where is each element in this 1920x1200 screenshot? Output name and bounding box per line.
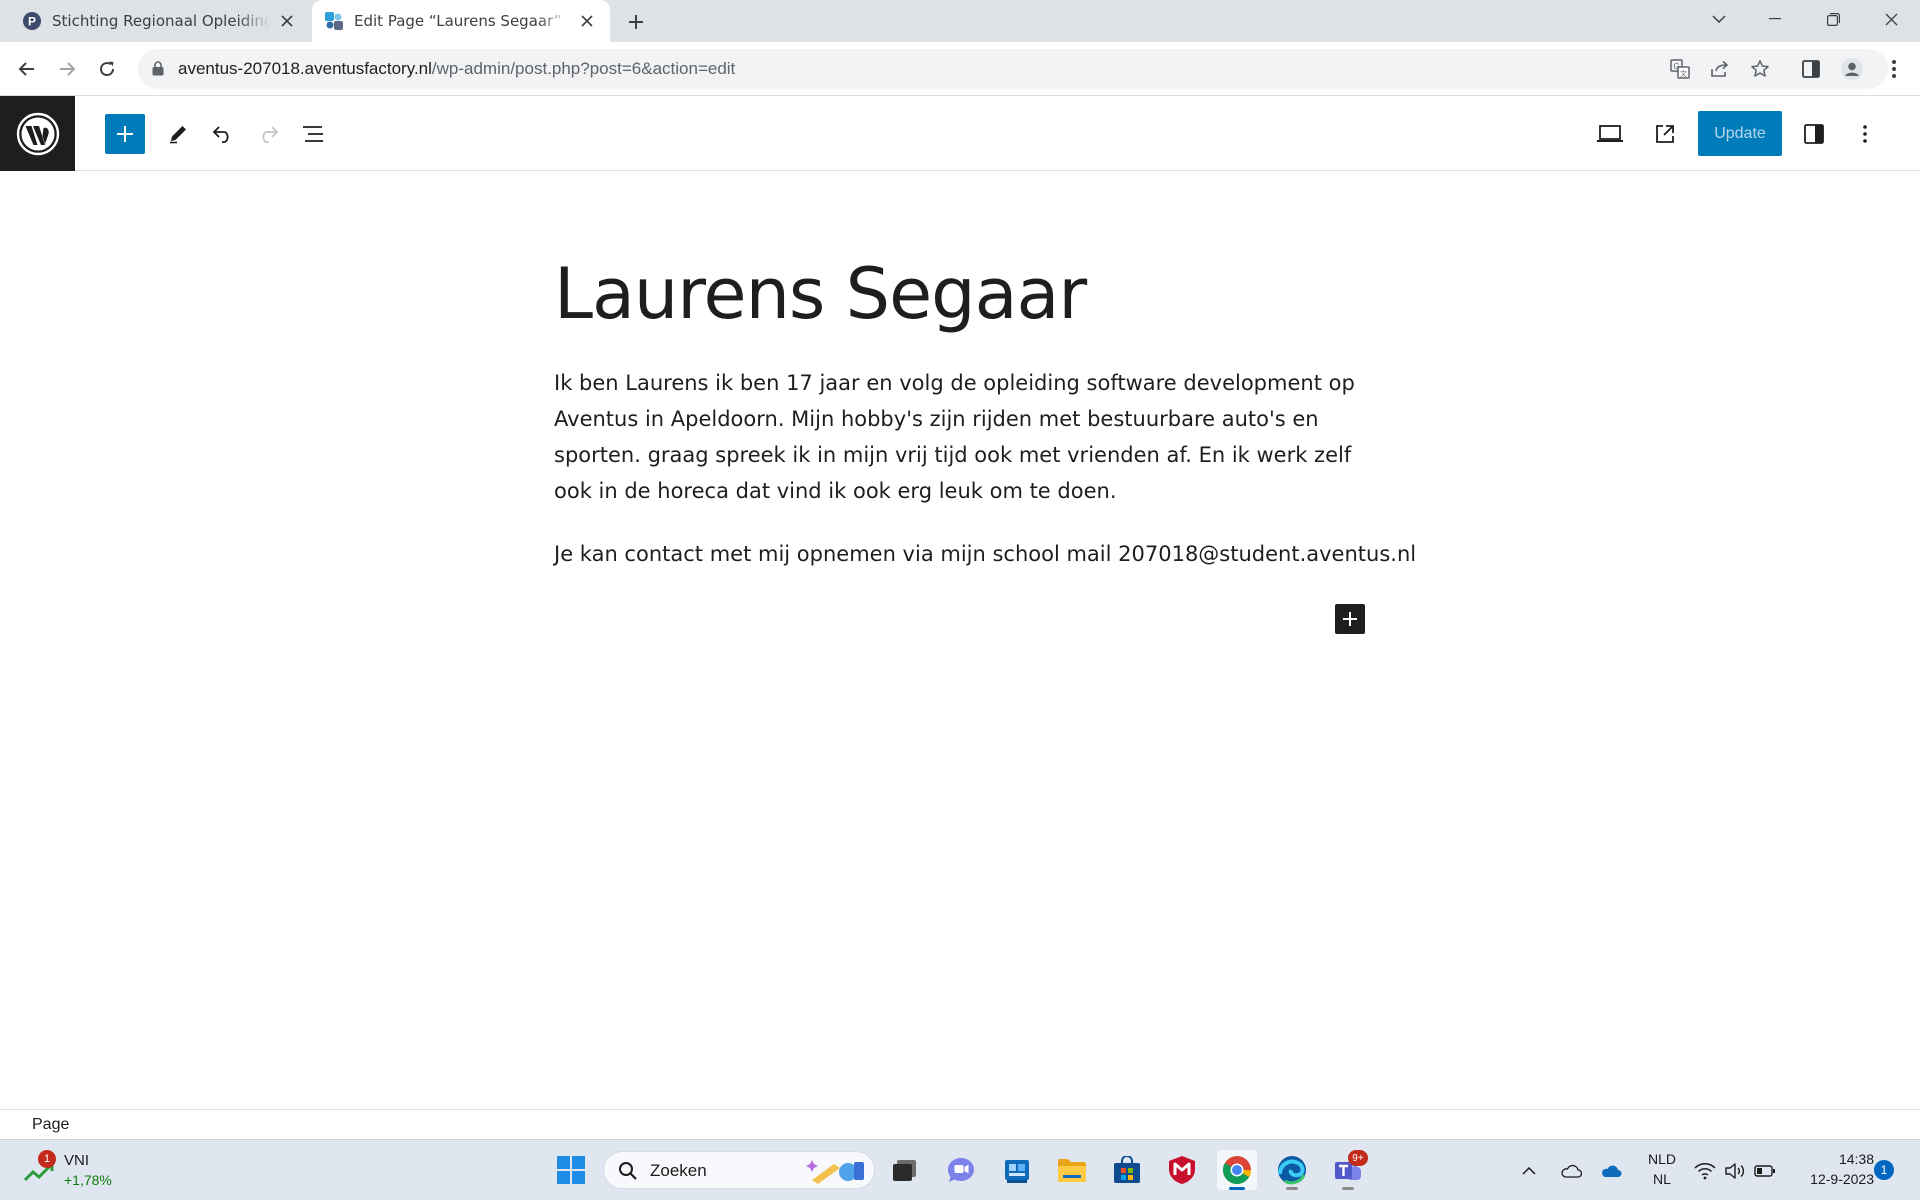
tab-title: Edit Page “Laurens Segaar” ‹ Pluiz <box>354 12 570 30</box>
close-tab-icon[interactable] <box>576 10 598 32</box>
notification-count-badge[interactable]: 1 <box>1874 1160 1894 1180</box>
clock-date: 12-9-2023 <box>1810 1171 1874 1187</box>
edge-icon[interactable] <box>1272 1150 1312 1190</box>
teams-icon[interactable]: 9+ <box>1328 1150 1368 1190</box>
bookmark-star-icon[interactable] <box>1748 57 1772 81</box>
translate-icon[interactable]: G文 <box>1668 57 1692 81</box>
keyboard-layout: NL <box>1653 1171 1671 1187</box>
svg-text:P: P <box>28 15 36 29</box>
document-overview-icon[interactable] <box>293 114 333 154</box>
reload-icon[interactable] <box>93 55 121 83</box>
svg-text:文: 文 <box>1680 69 1687 78</box>
running-indicator <box>1286 1187 1298 1190</box>
mcafee-shield-icon[interactable] <box>1162 1150 1202 1190</box>
lock-icon[interactable] <box>152 61 164 76</box>
close-tab-icon[interactable] <box>276 10 298 32</box>
editor-footer: Page <box>0 1109 1920 1139</box>
battery-icon[interactable] <box>1752 1158 1778 1184</box>
close-window-icon[interactable] <box>1866 0 1916 38</box>
svg-text:G: G <box>1673 62 1679 71</box>
chrome-icon[interactable] <box>1217 1150 1257 1190</box>
chrome-menu-icon[interactable] <box>1880 55 1908 83</box>
tools-pencil-icon[interactable] <box>158 114 198 154</box>
options-menu-icon[interactable] <box>1845 114 1885 154</box>
onedrive-business-icon[interactable] <box>1598 1158 1624 1184</box>
clock[interactable]: 14:38 12-9-2023 <box>1784 1149 1874 1189</box>
url-text: aventus-207018.aventusfactory.nl/wp-admi… <box>178 59 735 79</box>
tab-stichting[interactable]: P Stichting Regionaal Opleidingen C <box>10 0 310 42</box>
update-button[interactable]: Update <box>1698 111 1782 156</box>
back-icon[interactable] <box>13 55 41 83</box>
view-page-external-icon[interactable] <box>1645 114 1685 154</box>
post-title[interactable]: Laurens Segaar <box>554 256 1374 333</box>
task-view-icon[interactable] <box>885 1150 925 1190</box>
stock-widget[interactable]: 1 VNI +1,78% <box>24 1150 144 1192</box>
url-path: /wp-admin/post.php?post=6&action=edit <box>431 59 736 78</box>
tab-edit-page[interactable]: Edit Page “Laurens Segaar” ‹ Pluiz <box>312 0 610 42</box>
profile-avatar-icon[interactable] <box>1838 55 1866 83</box>
search-highlight-icon <box>804 1156 868 1186</box>
stock-change: +1,78% <box>64 1172 112 1188</box>
taskbar-search[interactable]: Zoeken <box>603 1151 875 1189</box>
clock-time: 14:38 <box>1838 1151 1874 1167</box>
search-placeholder: Zoeken <box>650 1161 707 1180</box>
tab-search-chevron-icon[interactable] <box>1694 0 1744 38</box>
editor-header: Update <box>0 96 1920 171</box>
minimize-icon[interactable] <box>1750 0 1800 38</box>
block-inserter-button[interactable] <box>105 114 145 154</box>
stock-badge: 1 <box>38 1150 56 1168</box>
browser-toolbar: aventus-207018.aventusfactory.nl/wp-admi… <box>0 42 1920 96</box>
onedrive-personal-icon[interactable] <box>1558 1158 1584 1184</box>
settings-sidebar-icon[interactable] <box>1794 114 1834 154</box>
wordpress-logo-icon[interactable] <box>0 96 75 171</box>
input-language-indicator[interactable]: NLD NL <box>1642 1149 1682 1189</box>
url-host: aventus-207018.aventusfactory.nl <box>178 59 432 78</box>
paragraph-block[interactable]: Je kan contact met mij opnemen via mijn … <box>554 536 1416 572</box>
show-hidden-icons-chevron-icon[interactable] <box>1516 1158 1542 1184</box>
paragraph-block[interactable]: Ik ben Laurens ik ben 17 jaar en volg de… <box>554 365 1374 509</box>
stock-name: VNI <box>64 1152 90 1169</box>
language-code: NLD <box>1647 1151 1676 1167</box>
browser-tab-strip: P Stichting Regionaal Opleidingen C Edit… <box>0 0 1920 42</box>
pluizer-p-icon: P <box>22 11 42 31</box>
share-icon[interactable] <box>1708 57 1732 81</box>
forward-icon[interactable] <box>53 55 81 83</box>
volume-icon[interactable] <box>1722 1158 1748 1184</box>
breadcrumb[interactable]: Page <box>32 1116 69 1134</box>
restore-icon[interactable] <box>1808 0 1858 38</box>
preview-device-icon[interactable] <box>1590 114 1630 154</box>
tab-title: Stichting Regionaal Opleidingen C <box>52 12 270 30</box>
side-panel-icon[interactable] <box>1797 55 1825 83</box>
new-tab-button[interactable] <box>622 8 650 36</box>
wifi-icon[interactable] <box>1692 1158 1718 1184</box>
address-bar[interactable]: aventus-207018.aventusfactory.nl/wp-admi… <box>138 49 1888 89</box>
windows-start-icon[interactable] <box>551 1150 591 1190</box>
wp-admin-icon <box>324 11 344 31</box>
running-indicator <box>1342 1187 1354 1190</box>
windows-taskbar: 1 VNI +1,78% Zoeken 9+ NLD NL 14:38 12-9… <box>0 1139 1920 1200</box>
file-explorer-icon[interactable] <box>1052 1150 1092 1190</box>
teams-notification-badge: 9+ <box>1348 1150 1368 1166</box>
running-indicator <box>1229 1187 1245 1190</box>
microsoft-store-icon[interactable] <box>1107 1150 1147 1190</box>
editor-canvas: Laurens Segaar Ik ben Laurens ik ben 17 … <box>0 171 1920 1109</box>
teams-chat-icon[interactable] <box>941 1150 981 1190</box>
redo-icon[interactable] <box>248 114 288 154</box>
add-block-button[interactable] <box>1335 604 1365 634</box>
search-icon <box>618 1161 638 1181</box>
undo-icon[interactable] <box>203 114 243 154</box>
widgets-board-icon[interactable] <box>997 1150 1037 1190</box>
